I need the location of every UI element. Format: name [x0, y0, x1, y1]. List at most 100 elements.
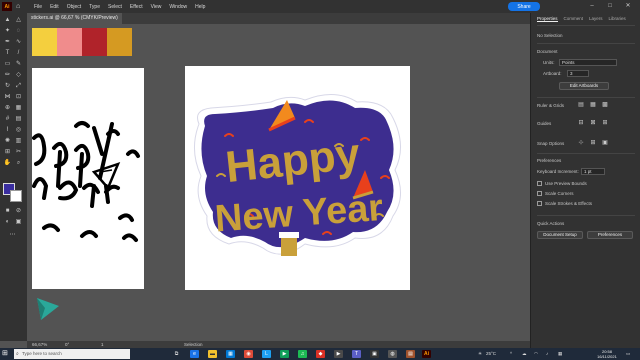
home-icon[interactable]: ⌂ — [16, 2, 26, 11]
document-tab[interactable]: stickers.ai @ 66,67 % (CMYK/Preview) — [27, 13, 122, 24]
media-app-icon[interactable]: ▶ — [334, 350, 343, 358]
pencil-icon[interactable]: ✏ — [3, 71, 12, 79]
guides-lock-icon[interactable]: ⊠ — [589, 120, 597, 127]
menu-help[interactable]: Help — [195, 4, 205, 10]
teams-icon[interactable]: T — [352, 350, 361, 358]
chrome-icon[interactable]: ◉ — [244, 350, 253, 358]
eyedropper-icon[interactable]: ⌇ — [3, 126, 12, 134]
store-icon[interactable]: ▦ — [226, 350, 235, 358]
share-button[interactable]: Share — [508, 2, 540, 11]
app-l-icon[interactable]: L — [262, 350, 271, 358]
edit-toolbar-icon[interactable]: ⋯ — [8, 231, 17, 239]
close-icon[interactable]: ✕ — [622, 1, 634, 11]
scale-icon[interactable]: ⤢ — [14, 82, 23, 90]
maximize-icon[interactable]: □ — [604, 1, 616, 11]
scale-strokes-checkbox[interactable] — [537, 201, 542, 206]
mesh-icon[interactable]: # — [3, 115, 12, 123]
keyboard-increment-field[interactable]: 1 pt — [581, 168, 605, 175]
menu-view[interactable]: View — [151, 4, 162, 10]
document-setup-button[interactable]: Document Setup — [537, 231, 583, 239]
direct-selection-tool-icon[interactable]: △ — [14, 16, 23, 24]
language-icon[interactable]: ▦ — [558, 348, 562, 360]
rectangle-tool-icon[interactable]: ▭ — [3, 60, 12, 68]
smart-guides-icon[interactable]: ⊞ — [601, 120, 609, 127]
stroke-color-swatch[interactable] — [10, 190, 22, 202]
task-view-icon[interactable]: ⧉ — [172, 350, 181, 358]
menu-select[interactable]: Select — [108, 4, 122, 10]
units-dropdown[interactable]: Points — [559, 59, 617, 66]
menu-object[interactable]: Object — [67, 4, 81, 10]
tab-comment[interactable]: Comment — [564, 16, 584, 22]
taskbar-search-input[interactable]: ⌕ Type here to search — [14, 349, 130, 359]
draw-mode-icon[interactable]: ◐ — [3, 218, 12, 226]
red-app-icon[interactable]: ◆ — [316, 350, 325, 358]
app-icon[interactable]: ◍ — [388, 350, 397, 358]
free-transform-icon[interactable]: ⊡ — [14, 93, 23, 101]
windows-start-icon[interactable]: ⊞ — [2, 350, 10, 358]
lasso-icon[interactable]: ◌ — [14, 27, 23, 35]
artboard-left[interactable] — [32, 68, 144, 289]
artboard-right[interactable]: Happy New Year — [185, 66, 410, 290]
perspective-grid-icon[interactable]: ▦ — [14, 104, 23, 112]
network-icon[interactable]: ☁ — [522, 348, 527, 360]
hand-tool-icon[interactable]: ✋ — [3, 159, 12, 167]
curvature-icon[interactable]: ∿ — [14, 38, 23, 46]
screen-mode-icon[interactable]: ▣ — [14, 218, 23, 226]
edge-icon[interactable]: e — [190, 350, 199, 358]
minimize-icon[interactable]: – — [586, 1, 598, 11]
red-chip[interactable] — [82, 28, 107, 56]
app-brown-icon[interactable]: ▤ — [406, 350, 415, 358]
slice-icon[interactable]: ✂ — [14, 148, 23, 156]
gold-chip[interactable] — [107, 28, 132, 56]
artboard-navigation[interactable]: 1 — [101, 341, 104, 348]
photos-icon[interactable]: ▣ — [370, 350, 379, 358]
file-explorer-icon[interactable]: ▬ — [208, 350, 217, 358]
width-tool-icon[interactable]: ⋈ — [3, 93, 12, 101]
grid-icon[interactable]: ▦ — [589, 102, 597, 109]
menu-type[interactable]: Type — [89, 4, 100, 10]
line-tool-icon[interactable]: / — [14, 49, 23, 57]
pen-tool-icon[interactable]: ✒ — [3, 38, 12, 46]
symbol-sprayer-icon[interactable]: ✺ — [3, 137, 12, 145]
eraser-icon[interactable]: ◇ — [14, 71, 23, 79]
gradient-icon[interactable]: ▤ — [14, 115, 23, 123]
teal-triangle-shape[interactable] — [35, 292, 63, 322]
tab-properties[interactable]: Properties — [537, 16, 558, 22]
edit-artboards-button[interactable]: Edit Artboards — [559, 82, 609, 90]
graph-icon[interactable]: ▥ — [14, 137, 23, 145]
guides-show-icon[interactable]: ⊟ — [577, 120, 585, 127]
use-preview-bounds-checkbox[interactable] — [537, 181, 542, 186]
menu-edit[interactable]: Edit — [50, 4, 59, 10]
paintbrush-icon[interactable]: ✎ — [14, 60, 23, 68]
zoom-level[interactable]: 66,67% — [32, 341, 47, 348]
notifications-icon[interactable]: ▭ — [626, 348, 630, 360]
snap-point-icon[interactable]: ⊹ — [577, 140, 585, 147]
rotation-value[interactable]: 0° — [65, 341, 69, 348]
preferences-button[interactable]: Preferences — [587, 231, 633, 239]
wifi-icon[interactable]: ◠ — [534, 348, 538, 360]
zoom-tool-icon[interactable]: ⌕ — [14, 159, 23, 167]
none-color-icon[interactable]: ⊘ — [14, 207, 23, 215]
taskbar-clock[interactable]: 20:58 16/11/2021 — [592, 349, 622, 359]
menu-window[interactable]: Window — [169, 4, 187, 10]
illustrator-taskbar-icon[interactable]: Ai — [422, 350, 431, 358]
rotate-icon[interactable]: ↻ — [3, 82, 12, 90]
snap-grid-icon[interactable]: ⊞ — [589, 140, 597, 147]
menu-file[interactable]: File — [34, 4, 42, 10]
yellow-chip[interactable] — [32, 28, 57, 56]
pink-chip[interactable] — [57, 28, 82, 56]
tab-layers[interactable]: Layers — [589, 16, 603, 22]
scale-corners-checkbox[interactable] — [537, 191, 542, 196]
shape-builder-icon[interactable]: ⊕ — [3, 104, 12, 112]
spotify-icon[interactable]: ♫ — [298, 350, 307, 358]
color-mode-icon[interactable]: ■ — [3, 207, 12, 215]
blend-icon[interactable]: ◎ — [14, 126, 23, 134]
tray-chevron-icon[interactable]: ^ — [510, 348, 512, 360]
weather-temperature[interactable]: 25°C — [486, 348, 496, 360]
volume-icon[interactable]: ♪ — [546, 348, 548, 360]
tab-libraries[interactable]: Libraries — [609, 16, 626, 22]
pixel-grid-icon[interactable]: ▩ — [601, 102, 609, 109]
ruler-icon[interactable]: ▤ — [577, 102, 585, 109]
artboard-tool-icon[interactable]: ⊞ — [3, 148, 12, 156]
canvas[interactable]: Happy New Year — [27, 24, 530, 341]
